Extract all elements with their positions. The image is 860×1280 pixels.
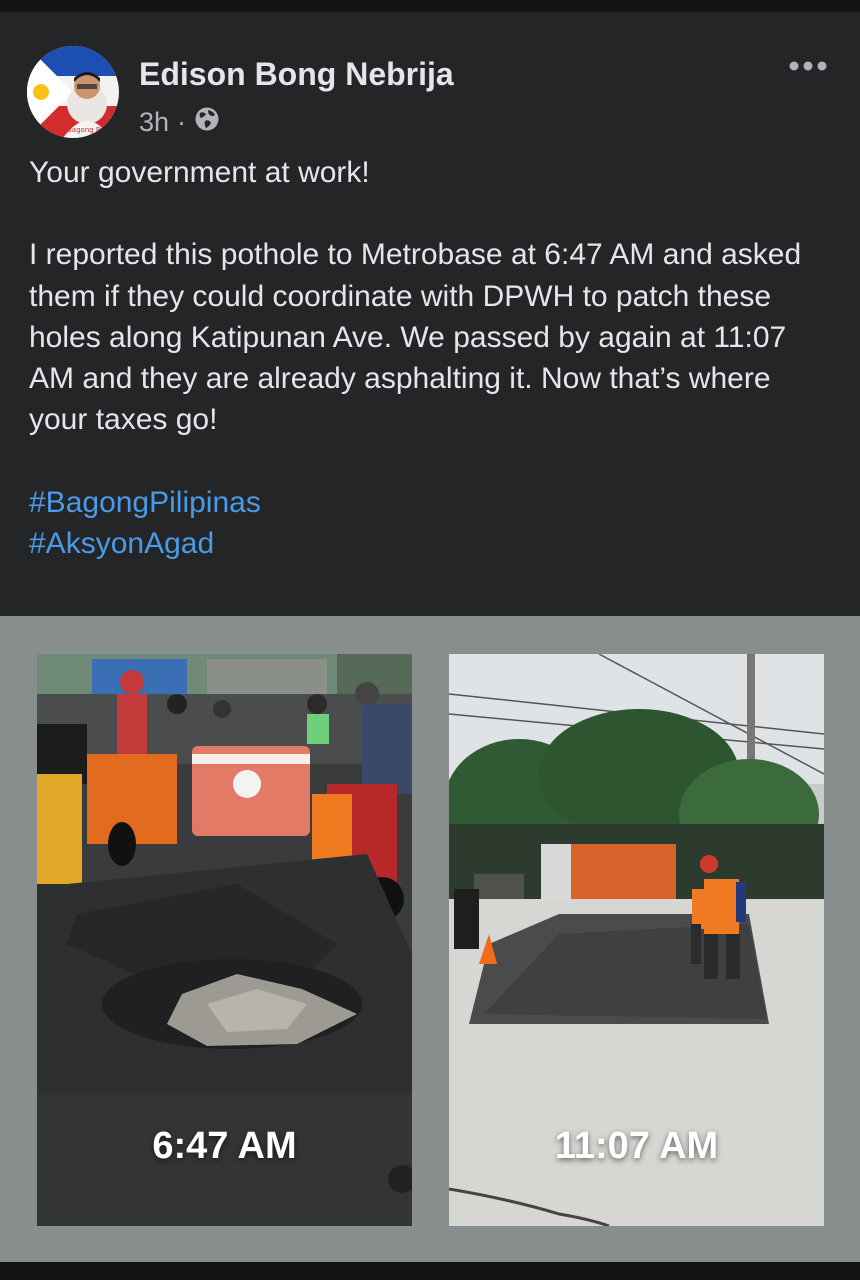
author-avatar[interactable]: Bagong Pilipinas (27, 46, 119, 138)
photo-timestamp: 11:07 AM (554, 1125, 719, 1167)
photo-asphalting[interactable]: 11:07 AM (449, 654, 824, 1226)
more-horizontal-icon (789, 61, 827, 71)
post-time[interactable]: 3h (139, 107, 169, 138)
photo-pothole[interactable]: 6:47 AM (37, 654, 412, 1226)
post-paragraph: I reported this pothole to Metrobase at … (29, 238, 802, 437)
svg-text:Bagong Pilipinas: Bagong Pilipinas (67, 126, 119, 134)
post-meta: 3h · (139, 106, 220, 139)
hashtag-link[interactable]: #BagongPilipinas (29, 482, 829, 523)
meta-separator: · (177, 107, 187, 137)
bottom-bar (0, 1262, 860, 1280)
photo-gallery: 6:47 AM 11:07 AM (0, 616, 860, 1262)
post-text: Your government at work! I reported this… (29, 152, 829, 564)
top-bar (0, 0, 860, 12)
photo-timestamp: 6:47 AM (152, 1125, 297, 1167)
hashtag-link[interactable]: #AksyonAgad (29, 523, 829, 564)
post-card: Bagong Pilipinas Edison Bong Nebrija 3h … (0, 12, 860, 616)
post-paragraph: Your government at work! (29, 156, 370, 189)
more-options-button[interactable] (788, 54, 828, 78)
globe-icon (194, 106, 220, 139)
author-name[interactable]: Edison Bong Nebrija (139, 56, 454, 93)
